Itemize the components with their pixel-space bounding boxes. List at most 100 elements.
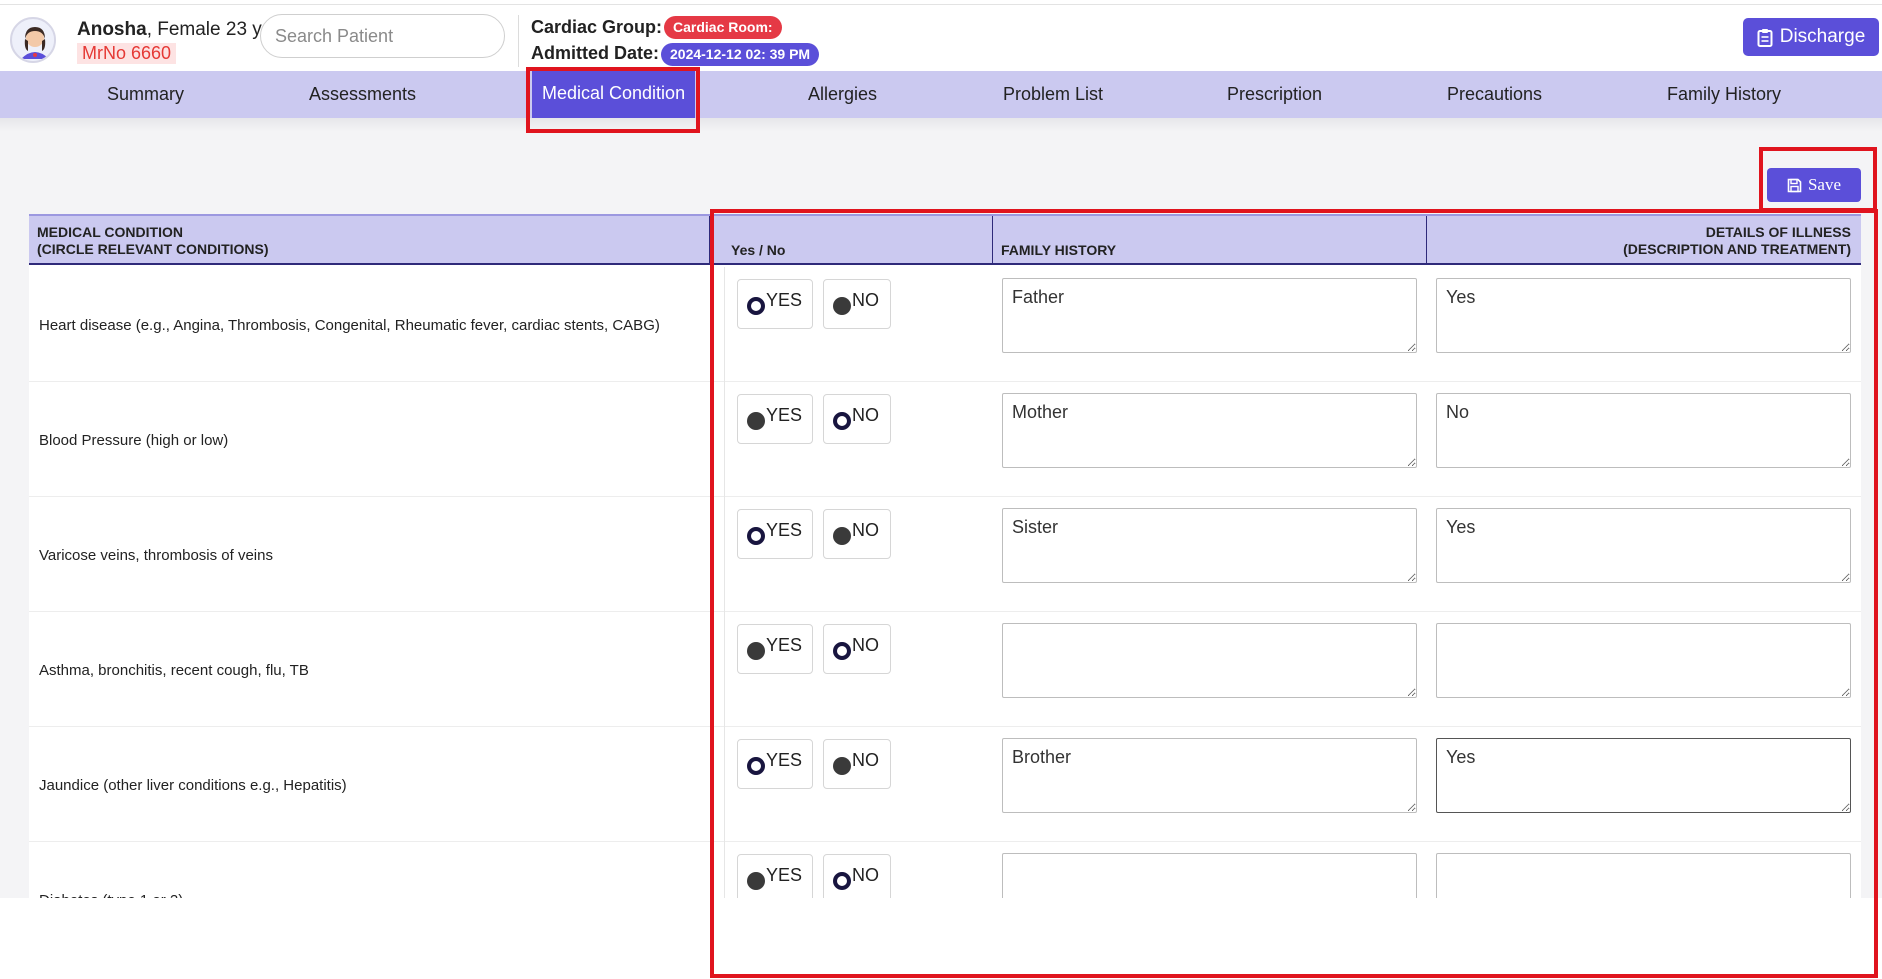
illness-details-textarea[interactable] xyxy=(1436,853,1851,898)
no-label: NO xyxy=(852,290,879,310)
yes-radio-option[interactable]: YES xyxy=(737,394,813,444)
illness-details-textarea[interactable]: Yes xyxy=(1436,278,1851,353)
col-medical-condition-title: MEDICAL CONDITION xyxy=(37,224,183,240)
radio-selected-icon[interactable] xyxy=(747,297,765,315)
header-divider xyxy=(518,15,519,67)
yes-label: YES xyxy=(766,865,803,885)
app-window: Anosha, Female 23 y MrNo 6660 Cardiac Gr… xyxy=(0,0,1882,979)
clipboard-icon xyxy=(1757,28,1773,47)
condition-label: Jaundice (other liver conditions e.g., H… xyxy=(39,777,347,794)
tab-problem-list[interactable]: Problem List xyxy=(1003,71,1103,118)
yes-label: YES xyxy=(766,750,803,770)
row-separator xyxy=(724,842,725,898)
no-radio-option[interactable]: NO xyxy=(823,854,891,898)
table-row: Heart disease (e.g., Angina, Thrombosis,… xyxy=(29,267,1861,382)
nav-shadow xyxy=(0,118,1882,132)
radio-selected-icon[interactable] xyxy=(747,527,765,545)
radio-unselected-icon[interactable] xyxy=(833,297,851,315)
patient-avatar-icon xyxy=(10,17,56,63)
row-separator xyxy=(724,382,725,497)
save-button[interactable]: Save xyxy=(1767,168,1861,202)
patient-header: Anosha, Female 23 y MrNo 6660 Cardiac Gr… xyxy=(0,5,1882,71)
radio-unselected-icon[interactable] xyxy=(833,757,851,775)
no-radio-option[interactable]: NO xyxy=(823,279,891,329)
col-medical-condition-subtitle: (CIRCLE RELEVANT CONDITIONS) xyxy=(37,241,269,257)
header-separator xyxy=(1426,216,1427,265)
admitted-date-badge: 2024-12-12 02: 39 PM xyxy=(661,43,820,66)
table-row: Varicose veins, thrombosis of veins YES NO… xyxy=(29,497,1861,612)
tab-prescription[interactable]: Prescription xyxy=(1227,71,1322,118)
illness-details-textarea[interactable] xyxy=(1436,623,1851,698)
illness-details-textarea[interactable]: Yes xyxy=(1436,508,1851,583)
row-separator xyxy=(724,612,725,727)
condition-label: Heart disease (e.g., Angina, Thrombosis,… xyxy=(39,317,660,334)
patient-demographics: , Female 23 y xyxy=(146,19,262,40)
table-header: MEDICAL CONDITION (CIRCLE RELEVANT CONDI… xyxy=(29,214,1861,265)
mr-number: MrNo 6660 xyxy=(77,43,177,64)
cardiac-room-badge: Cardiac Room: xyxy=(664,16,782,39)
radio-selected-icon[interactable] xyxy=(833,642,851,660)
yes-label: YES xyxy=(766,635,803,655)
tab-medical-condition[interactable]: Medical Condition xyxy=(532,70,696,127)
col-details-header: DETAILS OF ILLNESS (DESCRIPTION AND TREA… xyxy=(1623,224,1851,273)
no-label: NO xyxy=(852,405,879,425)
illness-details-textarea[interactable]: Yes xyxy=(1436,738,1851,813)
family-history-textarea[interactable]: Father xyxy=(1002,278,1417,353)
radio-unselected-icon[interactable] xyxy=(747,872,765,890)
save-button-label: Save xyxy=(1807,175,1842,194)
yes-label: YES xyxy=(766,405,803,425)
yes-radio-option[interactable]: YES xyxy=(737,624,813,674)
col-medical-condition-header: MEDICAL CONDITION (CIRCLE RELEVANT CONDI… xyxy=(37,224,269,273)
header-separator xyxy=(992,216,993,265)
row-separator xyxy=(724,267,725,382)
no-radio-option[interactable]: NO xyxy=(823,624,891,674)
patient-name: Anosha, Female 23 y xyxy=(77,19,262,41)
discharge-button-label: Discharge xyxy=(1779,26,1866,47)
radio-unselected-icon[interactable] xyxy=(747,642,765,660)
tab-precautions[interactable]: Precautions xyxy=(1447,71,1542,118)
row-separator xyxy=(724,497,725,612)
yes-radio-option[interactable]: YES xyxy=(737,279,813,329)
radio-selected-icon[interactable] xyxy=(833,872,851,890)
condition-label: Varicose veins, thrombosis of veins xyxy=(39,547,273,564)
no-radio-option[interactable]: NO xyxy=(823,739,891,789)
no-label: NO xyxy=(852,520,879,540)
condition-label: Blood Pressure (high or low) xyxy=(39,432,229,449)
family-history-textarea[interactable]: Brother xyxy=(1002,738,1417,813)
yes-label: YES xyxy=(766,520,803,540)
no-label: NO xyxy=(852,750,879,770)
yes-radio-option[interactable]: YES xyxy=(737,509,813,559)
row-separator xyxy=(724,727,725,842)
radio-selected-icon[interactable] xyxy=(833,412,851,430)
table-row: Asthma, bronchitis, recent cough, flu, T… xyxy=(29,612,1861,727)
radio-unselected-icon[interactable] xyxy=(833,527,851,545)
illness-details-textarea[interactable]: No xyxy=(1436,393,1851,468)
tab-allergies[interactable]: Allergies xyxy=(808,71,877,118)
yes-radio-option[interactable]: YES xyxy=(737,854,813,898)
family-history-textarea[interactable] xyxy=(1002,623,1417,698)
table-row: Blood Pressure (high or low) YES NO Mother N… xyxy=(29,382,1861,497)
family-history-textarea[interactable]: Sister xyxy=(1002,508,1417,583)
table-row: Diabetes (type 1 or 2)YESNO xyxy=(29,842,1861,898)
family-history-textarea[interactable] xyxy=(1002,853,1417,898)
patient-name-bold: Anosha xyxy=(77,19,147,40)
radio-selected-icon[interactable] xyxy=(747,757,765,775)
admitted-date-label: Admitted Date: xyxy=(531,43,660,63)
page-bottom-blank xyxy=(0,898,1882,979)
no-radio-option[interactable]: NO xyxy=(823,509,891,559)
search-patient-input[interactable] xyxy=(260,14,505,58)
discharge-button[interactable]: Discharge xyxy=(1743,18,1879,56)
section-tabs: Summary Assessments Medical Condition Al… xyxy=(0,70,1882,127)
header-separator xyxy=(709,216,710,265)
tab-family-history[interactable]: Family History xyxy=(1667,71,1781,118)
family-history-textarea[interactable]: Mother xyxy=(1002,393,1417,468)
tab-summary[interactable]: Summary xyxy=(107,71,184,118)
no-radio-option[interactable]: NO xyxy=(823,394,891,444)
col-details-subtitle: (DESCRIPTION AND TREATMENT) xyxy=(1623,241,1851,257)
cardiac-group-label: Cardiac Group: xyxy=(531,17,663,37)
radio-unselected-icon[interactable] xyxy=(747,412,765,430)
yes-radio-option[interactable]: YES xyxy=(737,739,813,789)
floppy-disk-icon xyxy=(1787,178,1802,192)
yes-label: YES xyxy=(766,290,803,310)
tab-assessments[interactable]: Assessments xyxy=(309,71,416,118)
